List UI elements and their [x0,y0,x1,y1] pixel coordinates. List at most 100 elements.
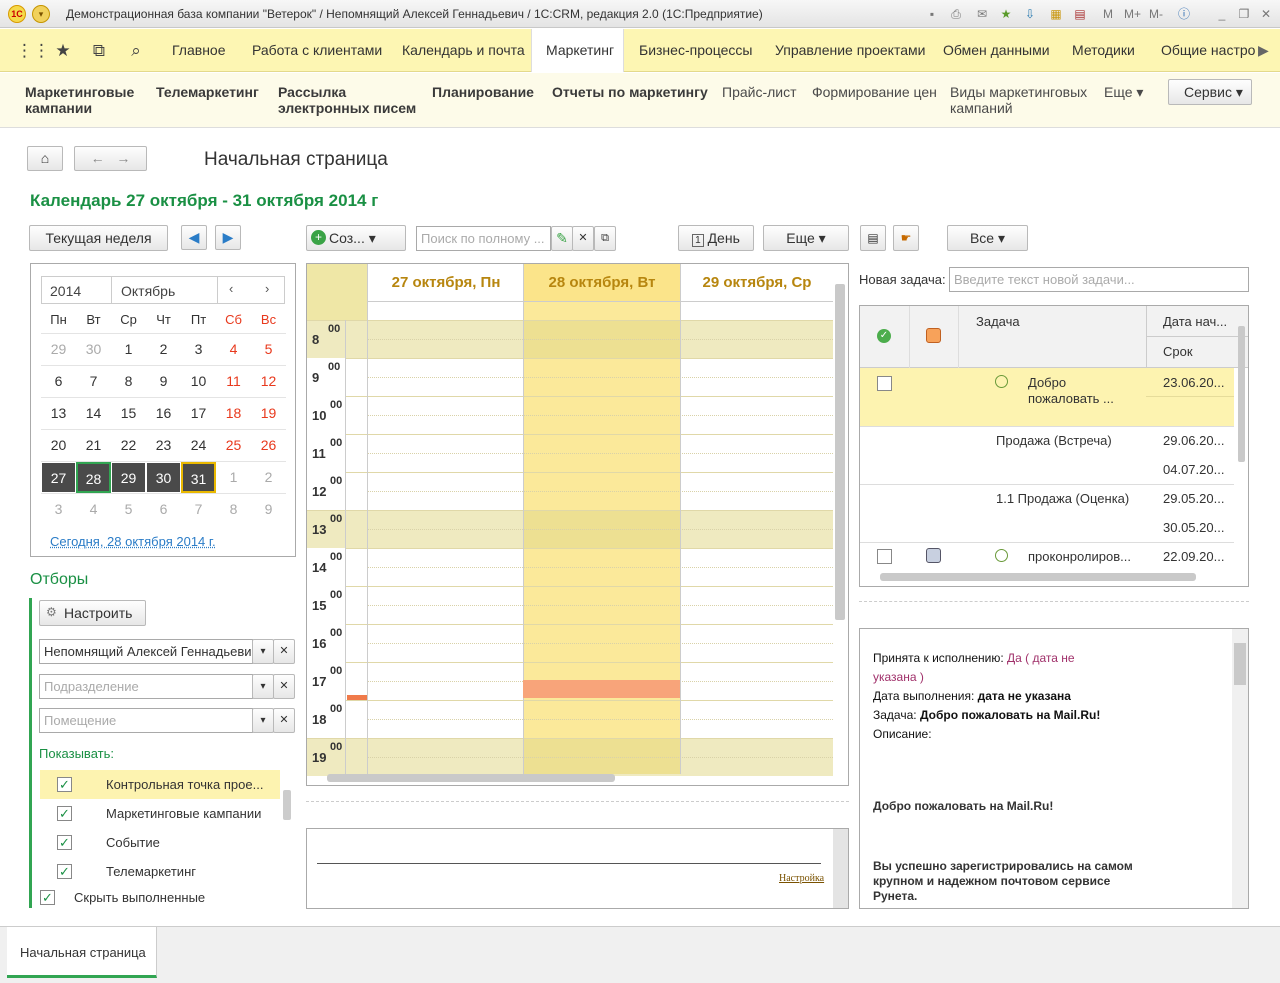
mini-day[interactable]: 6 [146,494,181,525]
col-due[interactable]: Срок [1163,344,1193,359]
nav-planning[interactable]: Планирование [432,84,534,100]
info-icon[interactable]: ⓘ [1176,6,1192,22]
mini-day[interactable]: 1 [216,462,251,493]
mini-day[interactable]: 13 [41,398,76,429]
scroll-right-icon[interactable]: ▶ [1258,42,1269,59]
nav-telemarketing[interactable]: Телемаркетинг [156,84,259,100]
mini-day[interactable]: 10 [181,366,216,397]
nav-campaign-types[interactable]: Виды маркетинговых кампаний [950,84,1090,116]
close-icon[interactable]: ✕ [1258,6,1274,22]
mini-day[interactable]: 5 [111,494,146,525]
favorites-star-icon[interactable]: ★ [52,40,74,62]
day-header-mon[interactable]: 27 октября, Пн [367,264,524,301]
mini-day[interactable]: 1 [111,334,146,365]
section-projects[interactable]: Управление проектами [775,29,925,71]
mini-day[interactable]: 25 [216,430,251,461]
service-button[interactable]: Сервис ▾ [1168,79,1252,105]
filter-checkbox-3[interactable]: ✓ [57,835,72,850]
apps-grid-icon[interactable]: ⋮⋮ [16,40,50,62]
mini-day[interactable]: 2 [251,462,286,493]
task-name-4[interactable]: проконролиров... [1028,549,1131,564]
mini-day[interactable]: 24 [181,430,216,461]
tab-home-page[interactable]: Начальная страница [7,927,157,978]
user-clear-icon[interactable]: ✕ [273,639,295,664]
task-name-1[interactable]: Добро пожаловать ... [1028,375,1128,407]
nav-more[interactable]: Еще ▾ [1104,84,1143,100]
mini-day[interactable]: 11 [216,366,251,397]
home-button[interactable]: ⌂ [27,146,63,171]
calendar-icon[interactable]: ▦ [1048,6,1064,22]
room-dropdown-icon[interactable]: ▾ [252,708,274,733]
tasks-vscroll[interactable] [1238,326,1245,462]
history-icon[interactable]: ⧉ [88,40,110,62]
next-week-icon[interactable]: ▶ [215,225,241,250]
mini-day[interactable]: 31 [181,462,216,493]
search-input[interactable]: Поиск по полному ... [416,226,551,251]
m-icon[interactable]: M [1100,6,1116,22]
mini-day[interactable]: 8 [216,494,251,525]
section-main[interactable]: Главное [172,29,226,71]
current-week-button[interactable]: Текущая неделя [29,225,168,251]
mini-day[interactable]: 30 [76,334,111,365]
section-methods[interactable]: Методики [1072,29,1135,71]
setup-link[interactable]: Настройка [779,873,824,884]
favorites-icon[interactable]: ★ [998,6,1014,22]
calendar-event[interactable] [523,680,680,698]
nav-mailing[interactable]: Рассылка электронных писем [278,84,418,116]
section-exchange[interactable]: Обмен данными [943,29,1050,71]
hide-done-checkbox[interactable]: ✓ [40,890,55,905]
print-icon[interactable]: ⎙ [948,6,964,22]
mini-day[interactable]: 3 [41,494,76,525]
division-dropdown-icon[interactable]: ▾ [252,674,274,699]
next-month-icon[interactable]: › [265,281,269,296]
search-icon[interactable]: ⌕ [125,40,147,62]
calc-icon[interactable]: ▤ [1072,6,1088,22]
room-clear-icon[interactable]: ✕ [273,708,295,733]
nav-reports[interactable]: Отчеты по маркетингу [552,84,708,100]
col-task[interactable]: Задача [976,314,1020,329]
nav-pricing[interactable]: Формирование цен [812,84,937,100]
user-dropdown-icon[interactable]: ▾ [252,639,274,664]
task-done-checkbox-4[interactable] [877,549,892,564]
section-bp[interactable]: Бизнес-процессы [639,29,752,71]
day-header-wed[interactable]: 29 октября, Ср [680,264,833,301]
details-scrollbar[interactable] [1232,629,1248,908]
mini-day[interactable]: 26 [251,430,286,461]
room-field[interactable]: Помещение [39,708,253,733]
task-done-checkbox-1[interactable] [877,376,892,391]
mini-day[interactable]: 3 [181,334,216,365]
back-forward-buttons[interactable]: ← → [74,146,147,171]
mini-day[interactable]: 30 [146,462,181,493]
mini-day[interactable]: 16 [146,398,181,429]
mini-day[interactable]: 29 [41,334,76,365]
mini-day[interactable]: 29 [111,462,146,493]
search-open-icon[interactable]: ⧉ [594,226,616,251]
mini-day[interactable]: 2 [146,334,181,365]
month-select[interactable]: Октябрь [121,283,175,299]
notes-scrollbar[interactable] [833,829,848,908]
day-button[interactable]: 1 День [678,225,754,251]
search-clear-icon[interactable]: ✕ [572,226,594,251]
mini-day[interactable]: 7 [181,494,216,525]
mail-icon[interactable]: ✉ [974,6,990,22]
link-icon[interactable]: ⇩ [1022,6,1038,22]
filter-checkbox-1[interactable]: ✓ [57,777,72,792]
mini-day[interactable]: 9 [146,366,181,397]
mini-day[interactable]: 4 [216,334,251,365]
new-task-input[interactable]: Введите текст новой задачи... [949,267,1249,292]
section-clients[interactable]: Работа с клиентами [252,29,382,71]
nav-pricelist[interactable]: Прайс-лист [722,84,797,100]
minimize-icon[interactable]: _ [1214,6,1230,22]
mini-day[interactable]: 5 [251,334,286,365]
task-name-3[interactable]: 1.1 Продажа (Оценка) [996,491,1129,506]
m-minus-icon[interactable]: M- [1148,6,1164,22]
mini-day[interactable]: 12 [251,366,286,397]
mini-day[interactable]: 6 [41,366,76,397]
user-field[interactable]: Непомнящий Алексей Геннадьеви [39,639,253,664]
section-settings[interactable]: Общие настро [1161,29,1255,71]
mini-day[interactable]: 9 [251,494,286,525]
section-marketing[interactable]: Маркетинг [531,29,624,72]
mini-day[interactable]: 27 [41,462,76,493]
mini-day[interactable]: 4 [76,494,111,525]
prev-month-icon[interactable]: ‹ [229,281,233,296]
